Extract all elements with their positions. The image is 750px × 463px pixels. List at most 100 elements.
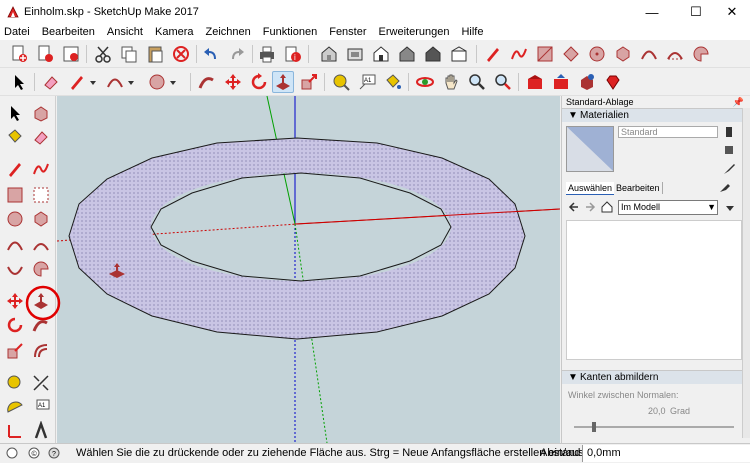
- text-tool-button[interactable]: A1: [356, 71, 378, 93]
- new-file-button[interactable]: [8, 43, 30, 65]
- print-button[interactable]: [256, 43, 278, 65]
- erase-button[interactable]: [170, 43, 192, 65]
- ring-face[interactable]: [68, 137, 526, 340]
- line-tool-dropdown[interactable]: [86, 71, 100, 93]
- tape-measure-left[interactable]: [4, 372, 26, 394]
- follow-me-tool-button[interactable]: [196, 71, 218, 93]
- circle-left[interactable]: [4, 208, 26, 230]
- front-view-button[interactable]: [370, 43, 392, 65]
- tray-scrollbar[interactable]: [742, 108, 750, 438]
- paint-bucket-tool-button[interactable]: [382, 71, 404, 93]
- line-left[interactable]: [4, 158, 26, 180]
- move-tool-button[interactable]: [222, 71, 244, 93]
- create-material-icon[interactable]: [724, 144, 734, 156]
- menu-hilfe[interactable]: Hilfe: [461, 26, 483, 38]
- forward-arrow-icon[interactable]: [584, 201, 596, 216]
- materials-panel-header[interactable]: ▼ Materialien: [562, 108, 742, 122]
- instructor-icon[interactable]: ?: [48, 447, 60, 462]
- select-tool-left[interactable]: [4, 102, 26, 124]
- menu-funktionen[interactable]: Funktionen: [263, 26, 317, 38]
- tab-select[interactable]: Auswählen: [566, 182, 615, 195]
- axes-left[interactable]: [4, 420, 26, 442]
- arc-tool-dropdown[interactable]: [124, 71, 138, 93]
- home-icon[interactable]: [600, 200, 614, 217]
- tape-measure-tool-button[interactable]: [330, 71, 352, 93]
- iso-view-button[interactable]: [318, 43, 340, 65]
- menu-fenster[interactable]: Fenster: [329, 26, 366, 38]
- share-component-button[interactable]: [576, 71, 598, 93]
- pencil-tool-button[interactable]: [482, 43, 504, 65]
- orbit-tool-button[interactable]: [414, 71, 436, 93]
- rotated-rect-tool-button[interactable]: [560, 43, 582, 65]
- scale-left[interactable]: [4, 340, 26, 362]
- menu-ansicht[interactable]: Ansicht: [107, 26, 143, 38]
- select-tool-button[interactable]: [8, 71, 30, 93]
- back-arrow-icon[interactable]: [568, 201, 580, 216]
- material-preview[interactable]: [566, 126, 614, 172]
- measurement-box[interactable]: 0,0mm: [582, 445, 750, 462]
- right-view-button[interactable]: [396, 43, 418, 65]
- move-left[interactable]: [4, 290, 26, 312]
- rotate-left[interactable]: [4, 314, 26, 336]
- angle-slider[interactable]: [574, 422, 734, 432]
- eraser-left[interactable]: [30, 126, 52, 148]
- pie-tool-button[interactable]: [690, 43, 712, 65]
- pan-tool-button[interactable]: [440, 71, 462, 93]
- tab-edit[interactable]: Bearbeiten: [614, 182, 663, 194]
- shape-tool-button[interactable]: [146, 71, 168, 93]
- arc-tool-button[interactable]: [638, 43, 660, 65]
- three-point-arc-left[interactable]: [4, 258, 26, 280]
- back-view-button[interactable]: [422, 43, 444, 65]
- drawing-viewport[interactable]: [57, 96, 560, 443]
- freehand-left[interactable]: [30, 158, 52, 180]
- pie-left[interactable]: [30, 258, 52, 280]
- eyedropper-icon[interactable]: [718, 180, 732, 194]
- minimize-button[interactable]: —: [632, 0, 672, 24]
- model-canvas[interactable]: [57, 96, 560, 443]
- make-component-left[interactable]: [30, 102, 52, 124]
- zoom-extents-button[interactable]: [492, 71, 514, 93]
- share-model-button[interactable]: [550, 71, 572, 93]
- extension-warehouse-button[interactable]: [602, 71, 624, 93]
- soften-panel-header[interactable]: ▼ Kanten abmildern: [562, 370, 742, 384]
- circle-tool-button[interactable]: [586, 43, 608, 65]
- menu-erweiterungen[interactable]: Erweiterungen: [379, 26, 450, 38]
- copy-button[interactable]: [118, 43, 140, 65]
- left-view-button[interactable]: [448, 43, 470, 65]
- sample-paint-icon[interactable]: [722, 162, 736, 176]
- paint-bucket-left[interactable]: [4, 126, 26, 148]
- protractor-left[interactable]: [4, 396, 26, 418]
- redo-button[interactable]: [226, 43, 248, 65]
- shape-tool-dropdown[interactable]: [166, 71, 180, 93]
- library-select[interactable]: Im Modell ▼: [618, 200, 718, 215]
- menu-bearbeiten[interactable]: Bearbeiten: [42, 26, 95, 38]
- text-left[interactable]: A1: [30, 396, 52, 418]
- material-swatches-area[interactable]: [566, 220, 742, 360]
- dimension-left[interactable]: [30, 372, 52, 394]
- open-file-button[interactable]: [34, 43, 56, 65]
- angle-slider-thumb[interactable]: [592, 422, 596, 432]
- save-button[interactable]: [60, 43, 82, 65]
- 3d-text-left[interactable]: [30, 420, 52, 442]
- rectangle-tool-button[interactable]: [534, 43, 556, 65]
- cut-button[interactable]: [92, 43, 114, 65]
- rectangle-left[interactable]: [4, 184, 26, 206]
- warehouse-button[interactable]: [524, 71, 546, 93]
- freehand-tool-button[interactable]: [508, 43, 530, 65]
- two-point-arc-tool-button[interactable]: [664, 43, 686, 65]
- line-tool-button[interactable]: [66, 71, 88, 93]
- polygon-tool-button[interactable]: [612, 43, 634, 65]
- two-point-arc-left[interactable]: [30, 234, 52, 256]
- polygon-left[interactable]: [30, 208, 52, 230]
- offset-left[interactable]: [30, 340, 52, 362]
- zoom-tool-button[interactable]: [466, 71, 488, 93]
- menu-kamera[interactable]: Kamera: [155, 26, 194, 38]
- menu-datei[interactable]: Datei: [4, 26, 30, 38]
- model-info-button[interactable]: i: [282, 43, 304, 65]
- rotated-rect-left[interactable]: [30, 184, 52, 206]
- close-button[interactable]: ✕: [712, 0, 750, 24]
- eraser-tool-button[interactable]: [40, 71, 62, 93]
- credits-icon[interactable]: ©: [28, 447, 40, 462]
- geo-location-icon[interactable]: [6, 447, 18, 462]
- push-pull-tool-button[interactable]: [272, 71, 294, 93]
